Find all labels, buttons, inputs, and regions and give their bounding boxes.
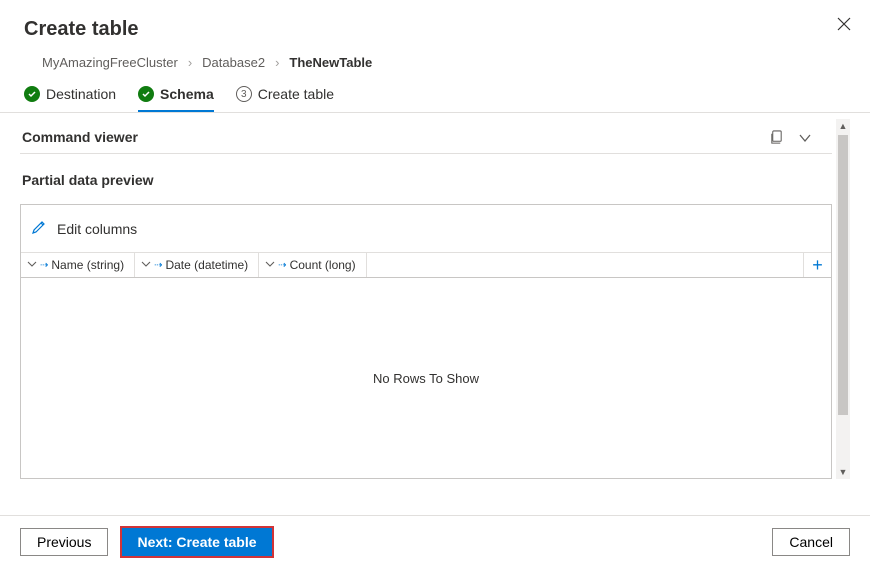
partial-preview-label: Partial data preview [20,168,832,196]
step-label: Schema [160,86,214,102]
close-button[interactable] [832,12,856,36]
chevron-right-icon: › [275,55,279,70]
previous-button[interactable]: Previous [20,528,108,556]
pencil-icon [31,219,47,238]
next-button[interactable]: Next: Create table [122,528,271,556]
edit-columns-label: Edit columns [57,221,137,237]
chevron-down-icon [141,258,151,272]
command-viewer-header: Command viewer [20,125,832,154]
type-icon: ⇢ [154,260,161,271]
column-name: Date (datetime) [165,258,248,272]
chevron-down-icon [798,131,812,145]
check-icon [24,86,40,102]
plus-icon: + [812,255,823,276]
copy-button[interactable] [769,130,784,148]
command-viewer-label: Command viewer [20,125,138,153]
chevron-down-icon [265,258,275,272]
cancel-button[interactable]: Cancel [772,528,850,556]
breadcrumb: MyAmazingFreeCluster › Database2 › TheNe… [0,41,870,70]
type-icon: ⇢ [278,260,285,271]
type-icon: ⇢ [40,260,47,271]
column-header[interactable]: ⇢ Name (string) [21,253,135,277]
step-number-icon: 3 [236,86,252,102]
preview-grid: Edit columns ⇢ Name (string) ⇢ Date (dat… [20,204,832,479]
add-column-button[interactable]: + [803,253,831,277]
scroll-down-icon[interactable]: ▼ [839,465,848,479]
step-schema[interactable]: Schema [138,86,214,112]
breadcrumb-item[interactable]: MyAmazingFreeCluster [42,55,178,70]
breadcrumb-current: TheNewTable [289,55,372,70]
column-name: Count (long) [290,258,356,272]
column-headers: ⇢ Name (string) ⇢ Date (datetime) ⇢ Coun… [21,253,831,278]
chevron-right-icon: › [188,55,192,70]
scroll-up-icon[interactable]: ▲ [839,119,848,133]
column-header[interactable]: ⇢ Count (long) [259,253,366,277]
dialog-header: Create table [0,0,870,41]
vertical-scrollbar[interactable]: ▲ ▼ [836,119,850,479]
step-label: Create table [258,86,334,102]
breadcrumb-item[interactable]: Database2 [202,55,265,70]
expand-button[interactable] [798,131,812,148]
step-destination[interactable]: Destination [24,86,116,112]
page-title: Create table [24,18,846,41]
wizard-steps: Destination Schema 3 Create table [0,70,870,113]
step-create-table[interactable]: 3 Create table [236,86,334,112]
dialog-footer: Previous Next: Create table Cancel [0,515,870,568]
scroll-thumb[interactable] [838,135,848,415]
content-area: Command viewer Partial data preview Edit… [0,113,870,479]
step-label: Destination [46,86,116,102]
close-icon [837,17,851,31]
grid-body: No Rows To Show [21,278,831,478]
edit-columns-button[interactable]: Edit columns [21,205,831,253]
column-name: Name (string) [51,258,124,272]
copy-icon [769,130,784,145]
chevron-down-icon [27,258,37,272]
column-header[interactable]: ⇢ Date (datetime) [135,253,259,277]
check-icon [138,86,154,102]
empty-message: No Rows To Show [373,371,479,386]
